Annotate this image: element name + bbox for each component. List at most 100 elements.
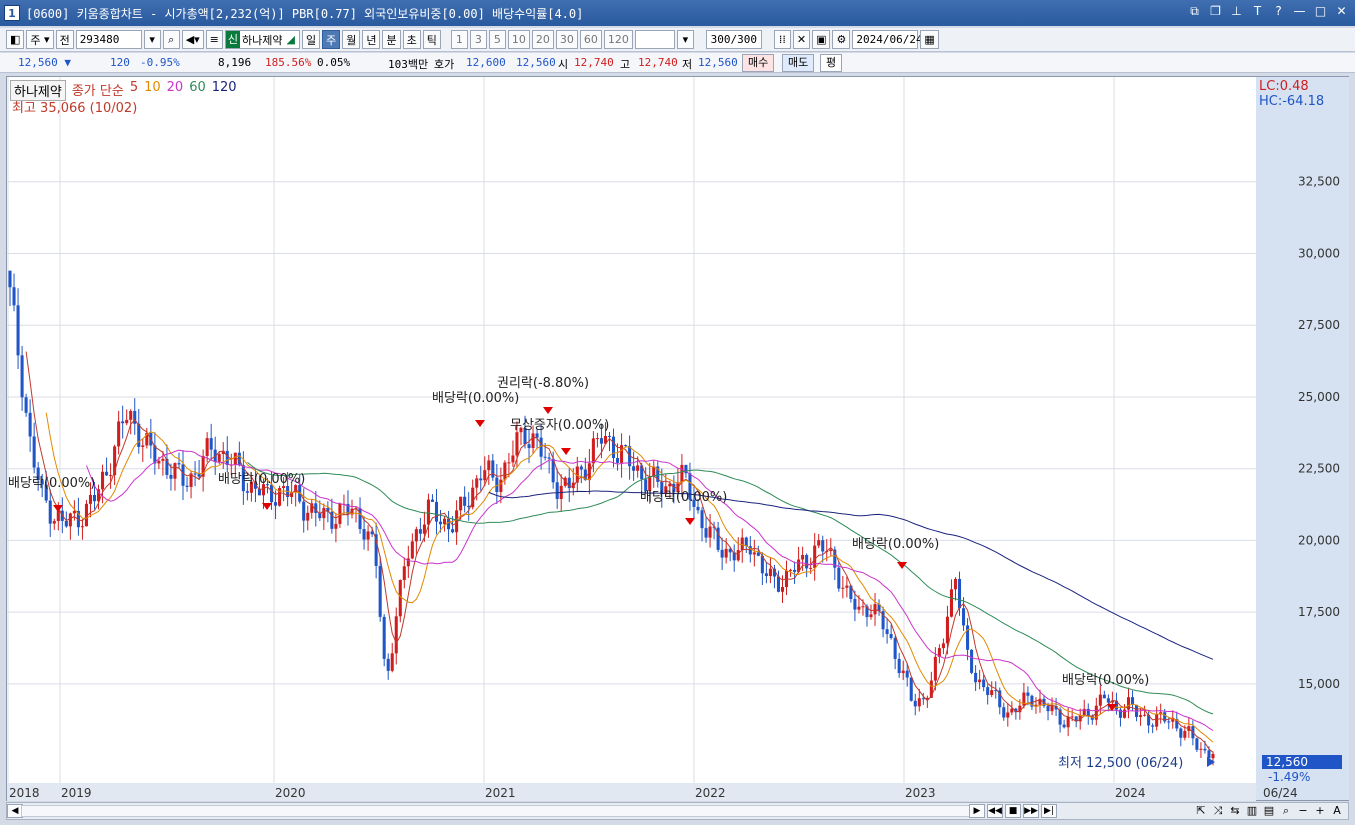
scroll-end-icon[interactable]: ▶| xyxy=(1041,804,1057,818)
candle-body xyxy=(88,494,93,504)
candle-body xyxy=(101,471,105,490)
candle-body xyxy=(841,587,845,589)
candle-body xyxy=(418,529,422,534)
candle-body xyxy=(1070,716,1074,718)
candle-body xyxy=(402,566,406,581)
candle-body xyxy=(32,436,36,468)
candle-body xyxy=(869,614,873,618)
candle-body xyxy=(986,687,990,696)
candle-body xyxy=(1143,714,1147,716)
chart-type-icon[interactable]: ▥ xyxy=(1245,804,1259,818)
candle-body xyxy=(362,529,366,540)
candle-body xyxy=(591,438,595,464)
legend-ma-20[interactable]: 20 xyxy=(167,80,184,101)
candle-body xyxy=(941,643,945,649)
high-note: 최고 35,066 (10/02) xyxy=(12,101,138,116)
year-label: 2020 xyxy=(275,786,306,800)
candlestick-chart[interactable]: 배당락(0.00%) 배당락(0.00%)배당락(0.00%)권리락(-8.80%… xyxy=(0,0,1355,825)
candle-body xyxy=(322,507,326,519)
candle-body xyxy=(700,510,704,529)
candle-body xyxy=(141,445,145,447)
candle-body xyxy=(483,470,487,481)
candle-body xyxy=(52,520,56,524)
legend-ma-120[interactable]: 120 xyxy=(212,80,237,101)
bar-icon[interactable]: ▤ xyxy=(1262,804,1276,818)
candle-body xyxy=(817,540,821,546)
candle-body xyxy=(430,499,434,502)
price-tick-label: 27,500 xyxy=(1298,318,1340,332)
candle-body xyxy=(129,410,133,420)
candle-body xyxy=(543,456,547,458)
candle-body xyxy=(982,679,986,688)
candle-body xyxy=(205,438,209,456)
candle-body xyxy=(897,658,901,674)
candle-body xyxy=(704,528,708,538)
annotations-layer: 배당락(0.00%) 배당락(0.00%)배당락(0.00%)권리락(-8.80%… xyxy=(8,376,1215,771)
legend-ma-10[interactable]: 10 xyxy=(144,80,161,101)
candle-body xyxy=(24,397,28,413)
candle-body xyxy=(1098,694,1102,706)
rewind-icon[interactable]: ◀◀ xyxy=(987,804,1003,818)
candle-body xyxy=(624,445,628,447)
fit-icon[interactable]: ⇱ xyxy=(1194,804,1208,818)
candle-body xyxy=(274,502,278,506)
candle-body xyxy=(386,658,390,671)
candle-body xyxy=(463,496,467,506)
moving-averages-layer xyxy=(25,351,1214,753)
candle-body xyxy=(829,549,833,552)
event-annotation: 배당락(0.00%) xyxy=(8,476,95,491)
candle-body xyxy=(177,463,181,465)
candle-body xyxy=(885,629,889,635)
candle-body xyxy=(410,541,414,559)
event-annotation: 배당락(0.00%) xyxy=(640,490,727,505)
scroll-track[interactable] xyxy=(21,805,971,817)
fast-forward-icon[interactable]: ▶▶ xyxy=(1023,804,1039,818)
zoom-out-icon[interactable]: − xyxy=(1296,804,1310,818)
candle-body xyxy=(974,672,978,683)
font-size-icon[interactable]: A xyxy=(1330,804,1344,818)
candle-body xyxy=(459,496,463,511)
zoom-icon[interactable]: ⌕ xyxy=(1279,804,1293,818)
candle-body xyxy=(599,438,603,444)
compare-icon[interactable]: ⇆ xyxy=(1228,804,1242,818)
candle-body xyxy=(12,287,16,306)
candle-body xyxy=(776,576,780,592)
candle-body xyxy=(438,521,443,525)
candle-body xyxy=(1203,748,1207,751)
candle-body xyxy=(1122,709,1127,718)
candle-body xyxy=(269,484,274,503)
candle-body xyxy=(1211,753,1215,759)
candle-body xyxy=(1050,706,1054,712)
candle-body xyxy=(185,485,189,487)
ma-line-120 xyxy=(488,490,1214,660)
candle-body xyxy=(905,670,909,678)
trend-icon[interactable]: ⤨ xyxy=(1211,804,1225,818)
event-marker-icon xyxy=(543,407,553,414)
zoom-in-icon[interactable]: + xyxy=(1313,804,1327,818)
candle-body xyxy=(245,491,249,493)
candle-body xyxy=(957,578,962,609)
price-tick-label: 30,000 xyxy=(1298,246,1340,260)
price-tick-label: 20,000 xyxy=(1298,533,1340,547)
price-tick-label: 17,500 xyxy=(1298,605,1340,619)
candle-body xyxy=(515,432,519,456)
candle-body xyxy=(1102,694,1106,699)
candle-body xyxy=(736,550,740,561)
candle-body xyxy=(744,537,748,547)
legend-ma-60[interactable]: 60 xyxy=(189,80,206,101)
candle-body xyxy=(607,435,612,437)
chart-scroll-bar: ◀ ▶ ◀◀ ■ ▶▶ ▶| ⇱ ⤨ ⇆ ▥ ▤ ⌕ − + A xyxy=(6,802,1349,820)
candle-body xyxy=(1002,707,1006,718)
candle-body xyxy=(491,460,495,478)
candle-body xyxy=(853,598,857,610)
stop-icon[interactable]: ■ xyxy=(1005,804,1021,818)
candle-body xyxy=(16,305,20,356)
scroll-right-icon[interactable]: ▶ xyxy=(969,804,985,818)
candle-body xyxy=(845,585,849,588)
current-change-label: -1.49% xyxy=(1268,770,1310,784)
candle-body xyxy=(724,548,728,558)
candle-body xyxy=(1207,750,1211,759)
candle-body xyxy=(394,616,398,654)
candle-body xyxy=(334,523,338,529)
year-label: 2019 xyxy=(61,786,92,800)
